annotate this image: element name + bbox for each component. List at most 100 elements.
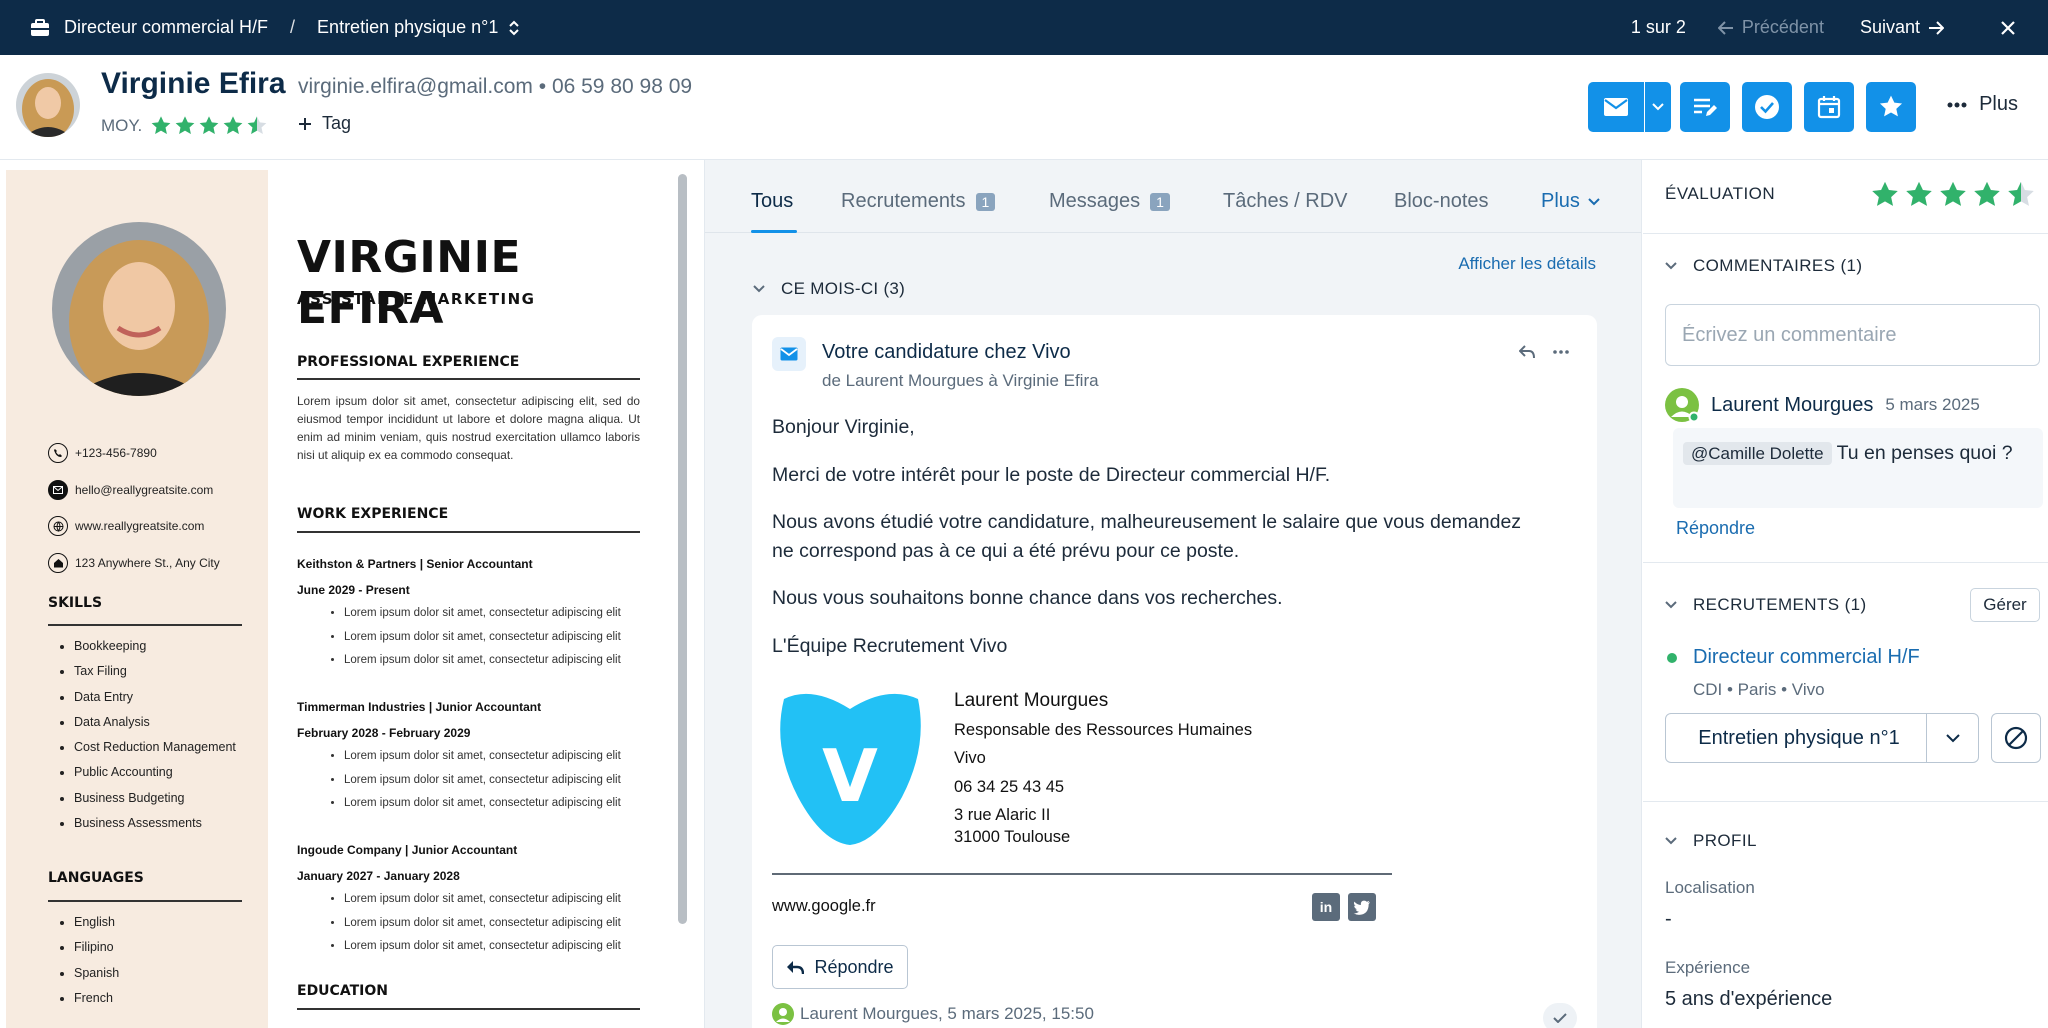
previous-button[interactable]: Précédent xyxy=(1717,17,1824,38)
tab-recruitments-label: Recrutements xyxy=(841,190,966,212)
signature-website[interactable]: www.google.fr xyxy=(772,897,876,916)
evaluate-button[interactable] xyxy=(1680,82,1730,132)
languages-list: EnglishFilipinoSpanishFrench xyxy=(54,910,119,1011)
linkedin-icon[interactable]: in xyxy=(1312,893,1340,921)
resume-contact-text: 123 Anywhere St., Any City xyxy=(75,555,220,570)
email-body: Bonjour Virginie, Merci de votre intérêt… xyxy=(772,413,1532,679)
home-icon xyxy=(48,552,68,573)
comment-body: @Camille Dolette Tu en penses quoi ? xyxy=(1673,428,2043,508)
comment-author-name: Laurent Mourgues xyxy=(1711,393,1874,416)
recruitments-title: RECRUTEMENTS (1) xyxy=(1693,595,1867,614)
pro-rule xyxy=(297,378,640,380)
email-button[interactable] xyxy=(1588,82,1644,132)
signature-address-line: 3 rue Alaric II xyxy=(954,806,1051,824)
resume-contact-text: hello@reallygreatsite.com xyxy=(75,482,214,497)
resume-viewer[interactable]: +123-456-7890 hello@reallygreatsite.com ww… xyxy=(0,160,703,1028)
validate-button[interactable] xyxy=(1742,82,1792,132)
breadcrumb-separator: / xyxy=(290,17,296,37)
tab-recruitments[interactable]: Recrutements 1 xyxy=(841,190,996,213)
chevron-down-icon xyxy=(1652,103,1664,111)
comments-toggle[interactable]: COMMENTAIRES (1) xyxy=(1665,256,1862,276)
candidate-header: Virginie Efira virginie.elfira@gmail.com… xyxy=(0,55,2048,160)
email-dropdown-button[interactable] xyxy=(1645,82,1671,132)
language-item: French xyxy=(74,986,119,1011)
recruitments-toggle[interactable]: RECRUTEMENTS (1) xyxy=(1665,595,1867,615)
experience-label: Expérience xyxy=(1665,958,1751,977)
star-icon[interactable] xyxy=(1972,180,2002,210)
show-details-link[interactable]: Afficher les détails xyxy=(1458,254,1596,274)
job-entry-bullets: Lorem ipsum dolor sit amet, consectetur … xyxy=(324,602,621,673)
job-entry-bullets: Lorem ipsum dolor sit amet, consectetur … xyxy=(324,745,621,816)
star-icon[interactable] xyxy=(1938,180,1968,210)
profile-toggle[interactable]: PROFIL xyxy=(1665,831,1757,851)
experience-value: 5 ans d'expérience xyxy=(1665,988,1833,1010)
disqualify-button[interactable] xyxy=(1991,713,2041,763)
email-actions xyxy=(1519,345,1569,359)
candidate-phone[interactable]: 06 59 80 98 09 xyxy=(552,75,692,98)
resume-scrollbar-thumb[interactable] xyxy=(678,174,687,924)
star-icon xyxy=(1878,94,1904,120)
chevron-down-icon xyxy=(753,285,765,293)
author-avatar xyxy=(1665,388,1699,422)
email-footer: Laurent Mourgues, 5 mars 2025, 15:50 xyxy=(772,1003,1094,1025)
job-entry-dates: June 2029 - Present xyxy=(297,583,410,597)
tab-more[interactable]: Plus xyxy=(1541,190,1600,213)
comment-mention[interactable]: @Camille Dolette xyxy=(1683,442,1832,465)
favorite-button[interactable] xyxy=(1866,82,1916,132)
header-stars xyxy=(150,115,270,137)
job-title-link[interactable]: Directeur commercial H/F xyxy=(1693,646,1920,669)
profile-title: PROFIL xyxy=(1693,831,1757,850)
breadcrumb-stage[interactable]: Entretien physique n°1 xyxy=(317,17,498,38)
ellipsis-icon[interactable] xyxy=(1553,350,1569,354)
breadcrumb-job[interactable]: Directeur commercial H/F xyxy=(64,17,268,38)
chevron-down-icon xyxy=(1665,262,1677,270)
tab-tasks[interactable]: Tâches / RDV xyxy=(1223,190,1347,213)
divider xyxy=(1643,801,2048,802)
month-section-toggle[interactable]: CE MOIS-CI (3) xyxy=(753,279,905,299)
twitter-icon[interactable] xyxy=(1348,893,1376,921)
language-item: Filipino xyxy=(74,935,119,960)
job-bullet: Lorem ipsum dolor sit amet, consectetur … xyxy=(344,935,621,959)
average-rating: MOY. xyxy=(101,115,270,137)
reply-button[interactable]: Répondre xyxy=(772,945,908,989)
manage-button[interactable]: Gérer xyxy=(1970,588,2040,622)
add-tag-button[interactable]: Tag xyxy=(298,113,351,134)
read-check-icon[interactable] xyxy=(1543,1003,1577,1028)
email-paragraph: L'Équipe Recrutement Vivo xyxy=(772,634,1008,657)
comment-reply-link[interactable]: Répondre xyxy=(1676,518,1755,539)
previous-label: Précédent xyxy=(1741,17,1824,37)
pager: 1 sur 2 Précédent Suivant xyxy=(1631,0,2048,55)
location-label: Localisation xyxy=(1665,878,1755,897)
job-bullet: Lorem ipsum dolor sit amet, consectetur … xyxy=(344,602,621,626)
next-button[interactable]: Suivant xyxy=(1860,17,1944,38)
reply-icon[interactable] xyxy=(1519,345,1535,359)
star-icon[interactable] xyxy=(1904,180,1934,210)
stage-select[interactable]: Entretien physique n°1 xyxy=(1665,713,1979,763)
chevron-down-icon xyxy=(1588,197,1600,206)
languages-rule xyxy=(48,900,242,902)
globe-icon xyxy=(48,516,68,536)
mail-icon xyxy=(1603,97,1629,117)
tab-all[interactable]: Tous xyxy=(751,190,793,213)
skill-item: Public Accounting xyxy=(74,760,236,785)
chevron-down-icon[interactable] xyxy=(1926,714,1978,762)
up-down-chevron-icon[interactable] xyxy=(508,19,520,37)
comment-author: Laurent Mourgues 5 mars 2025 xyxy=(1665,388,1980,422)
more-actions-button[interactable]: Plus xyxy=(1947,93,2018,116)
star-icon[interactable] xyxy=(1870,180,1900,210)
candidate-email[interactable]: virginie.elfira@gmail.com xyxy=(298,75,533,98)
email-paragraph: Bonjour Virginie, xyxy=(772,416,915,438)
active-tab-indicator xyxy=(751,230,797,233)
close-icon[interactable] xyxy=(2000,20,2016,36)
job-entry-dates: January 2027 - January 2028 xyxy=(297,869,460,883)
arrow-right-icon xyxy=(1928,20,1944,35)
schedule-button[interactable] xyxy=(1804,82,1854,132)
tab-messages[interactable]: Messages 1 xyxy=(1049,190,1170,213)
comment-input[interactable] xyxy=(1665,304,2040,366)
resume-contact-text: +123-456-7890 xyxy=(75,446,157,460)
star-icon[interactable] xyxy=(2006,180,2036,210)
resume-contact-item: 123 Anywhere St., Any City xyxy=(48,552,220,573)
evaluation-stars[interactable] xyxy=(1870,180,2040,210)
resume-contact-item: hello@reallygreatsite.com xyxy=(48,479,214,500)
tab-notepad[interactable]: Bloc-notes xyxy=(1394,190,1489,213)
